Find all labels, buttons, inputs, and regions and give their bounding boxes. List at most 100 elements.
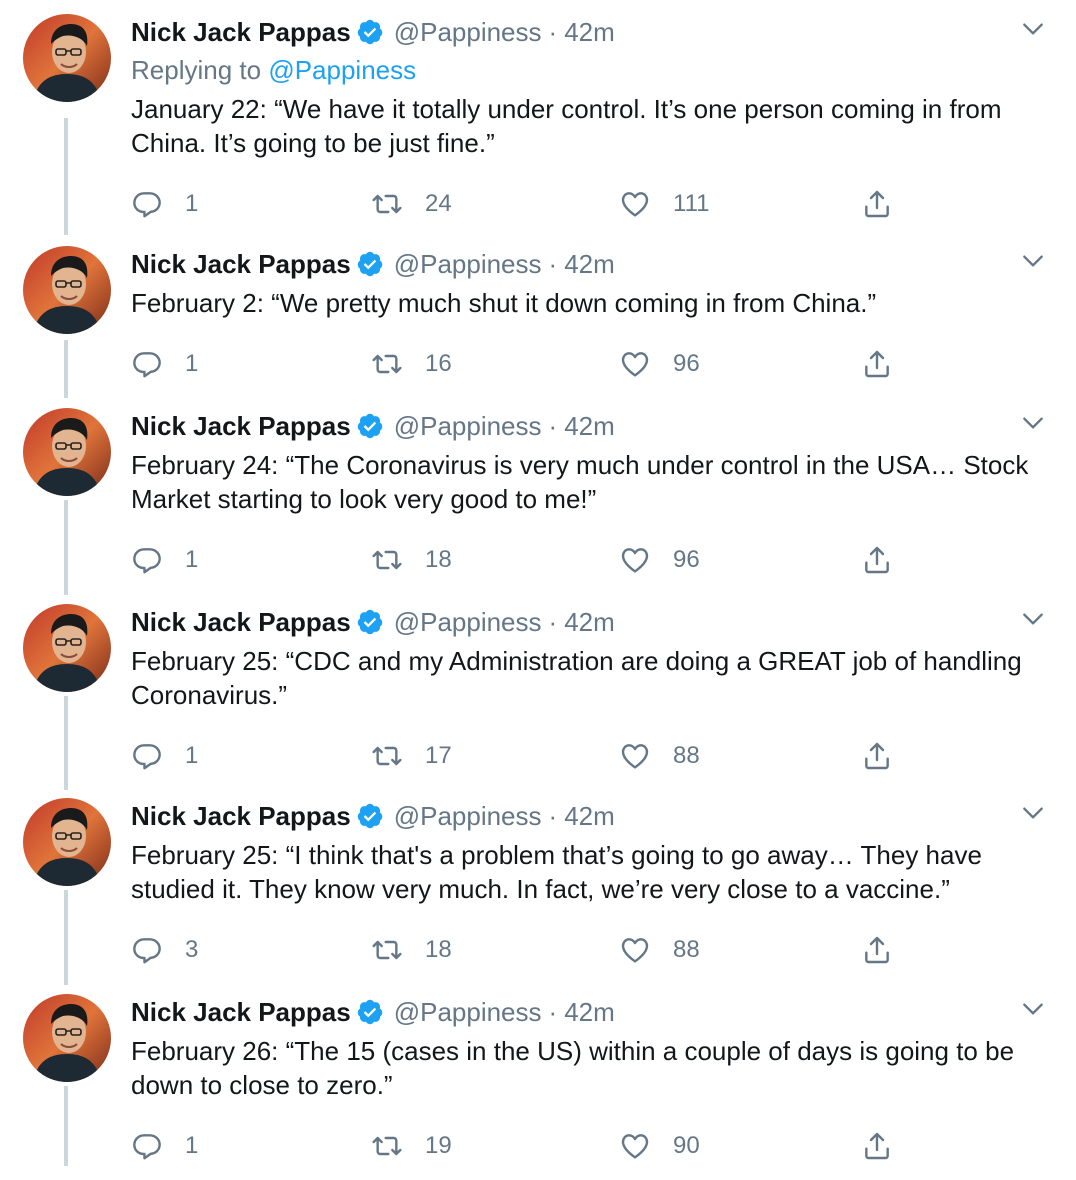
- reply-button[interactable]: 3: [131, 934, 198, 966]
- avatar[interactable]: [23, 798, 111, 886]
- separator-dot: ·: [548, 411, 558, 441]
- like-count: 111: [673, 190, 710, 217]
- timestamp[interactable]: 42m: [564, 16, 615, 48]
- heart-icon: [621, 744, 649, 769]
- avatar[interactable]: [23, 604, 111, 692]
- share-button[interactable]: [861, 348, 915, 380]
- chevron-down-icon[interactable]: [1020, 800, 1046, 826]
- user-handle[interactable]: @Pappiness: [394, 410, 542, 442]
- share-icon: [865, 350, 889, 378]
- user-handle[interactable]: @Pappiness: [394, 996, 542, 1028]
- tweet-header: Nick Jack Pappas @Pappiness · 42m: [131, 996, 615, 1028]
- like-button[interactable]: 88: [619, 934, 700, 966]
- replying-to-mention-link[interactable]: @Pappiness: [268, 55, 416, 85]
- tweet-text: February 25: “I think that's a problem t…: [131, 840, 982, 904]
- thread-connector-line: [64, 890, 68, 985]
- retweet-icon: [372, 354, 402, 374]
- retweet-button[interactable]: 18: [371, 544, 452, 576]
- share-button[interactable]: [861, 1130, 915, 1162]
- reply-button[interactable]: 1: [131, 1130, 198, 1162]
- retweet-button[interactable]: 24: [371, 188, 452, 220]
- like-button[interactable]: 96: [619, 544, 700, 576]
- timestamp[interactable]: 42m: [564, 410, 615, 442]
- display-name[interactable]: Nick Jack Pappas: [131, 410, 351, 442]
- avatar[interactable]: [23, 14, 111, 102]
- avatar[interactable]: [23, 408, 111, 496]
- avatar[interactable]: [23, 994, 111, 1082]
- share-icon: [865, 546, 889, 574]
- share-button[interactable]: [861, 740, 915, 772]
- tweet-actions: 1 16 96: [131, 348, 931, 384]
- heart-icon: [621, 938, 649, 963]
- reply-button[interactable]: 1: [131, 348, 198, 380]
- reply-bubble-icon: [133, 938, 161, 964]
- display-name[interactable]: Nick Jack Pappas: [131, 16, 351, 48]
- reply-button[interactable]: 1: [131, 740, 198, 772]
- timestamp[interactable]: 42m: [564, 248, 615, 280]
- chevron-down-icon[interactable]: [1020, 16, 1046, 42]
- share-button[interactable]: [861, 544, 915, 576]
- retweet-icon: [372, 194, 402, 214]
- reply-count: 1: [185, 190, 199, 217]
- user-handle[interactable]: @Pappiness: [394, 16, 542, 48]
- reply-button[interactable]: 1: [131, 188, 198, 220]
- chevron-down-icon[interactable]: [1020, 410, 1046, 436]
- share-button[interactable]: [861, 188, 915, 220]
- chevron-down-icon[interactable]: [1020, 996, 1046, 1022]
- reply-bubble-icon: [133, 352, 161, 378]
- tweet-actions: 1 18 96: [131, 544, 931, 580]
- like-count: 88: [673, 936, 700, 963]
- display-name[interactable]: Nick Jack Pappas: [131, 606, 351, 638]
- replying-to-line: Replying to @Pappiness: [131, 54, 416, 86]
- retweet-count: 17: [425, 742, 452, 769]
- timestamp[interactable]: 42m: [564, 996, 615, 1028]
- share-icon: [865, 936, 889, 964]
- thread-connector-line: [64, 340, 68, 398]
- verified-badge-icon: [356, 250, 384, 278]
- tweet-text: February 24: “The Coronavirus is very mu…: [131, 450, 1029, 514]
- retweet-button[interactable]: 19: [371, 1130, 452, 1162]
- retweet-button[interactable]: 17: [371, 740, 452, 772]
- display-name[interactable]: Nick Jack Pappas: [131, 800, 351, 832]
- heart-icon: [621, 548, 649, 573]
- timestamp[interactable]: 42m: [564, 800, 615, 832]
- reply-count: 1: [185, 742, 199, 769]
- heart-icon: [621, 192, 649, 217]
- reply-button[interactable]: 1: [131, 544, 198, 576]
- avatar[interactable]: [23, 246, 111, 334]
- tweet-text: February 25: “CDC and my Administration …: [131, 646, 1022, 710]
- reply-bubble-icon: [133, 192, 161, 218]
- tweet-header: Nick Jack Pappas @Pappiness · 42m: [131, 248, 615, 280]
- chevron-down-icon[interactable]: [1020, 248, 1046, 274]
- tweet[interactable]: Nick Jack Pappas @Pappiness · 42m Februa…: [0, 784, 1076, 985]
- reply-count: 3: [185, 936, 199, 963]
- timestamp[interactable]: 42m: [564, 606, 615, 638]
- retweet-button[interactable]: 16: [371, 348, 452, 380]
- like-button[interactable]: 90: [619, 1130, 700, 1162]
- like-button[interactable]: 96: [619, 348, 700, 380]
- reply-count: 1: [185, 1132, 199, 1159]
- like-button[interactable]: 88: [619, 740, 700, 772]
- separator-dot: ·: [548, 607, 558, 637]
- user-handle[interactable]: @Pappiness: [394, 248, 542, 280]
- like-button[interactable]: 111: [619, 188, 709, 220]
- tweet-text: February 2: “We pretty much shut it down…: [131, 288, 877, 318]
- like-count: 96: [673, 350, 700, 377]
- tweet-text: February 26: “The 15 (cases in the US) w…: [131, 1036, 1015, 1100]
- retweet-button[interactable]: 18: [371, 934, 452, 966]
- heart-icon: [621, 352, 649, 377]
- display-name[interactable]: Nick Jack Pappas: [131, 248, 351, 280]
- display-name[interactable]: Nick Jack Pappas: [131, 996, 351, 1028]
- user-handle[interactable]: @Pappiness: [394, 606, 542, 638]
- chevron-down-icon[interactable]: [1020, 606, 1046, 632]
- share-button[interactable]: [861, 934, 915, 966]
- tweet[interactable]: Nick Jack Pappas @Pappiness · 42m Februa…: [0, 394, 1076, 595]
- thread-connector-line: [64, 1086, 68, 1166]
- tweet[interactable]: Nick Jack Pappas @Pappiness · 42m Februa…: [0, 980, 1076, 1180]
- tweet-text: January 22: “We have it totally under co…: [131, 94, 1002, 158]
- tweet[interactable]: Nick Jack Pappas @Pappiness · 42m Januar…: [0, 0, 1076, 235]
- tweet-header: Nick Jack Pappas @Pappiness · 42m: [131, 800, 615, 832]
- tweet[interactable]: Nick Jack Pappas @Pappiness · 42m Februa…: [0, 590, 1076, 790]
- retweet-icon: [372, 550, 402, 570]
- user-handle[interactable]: @Pappiness: [394, 800, 542, 832]
